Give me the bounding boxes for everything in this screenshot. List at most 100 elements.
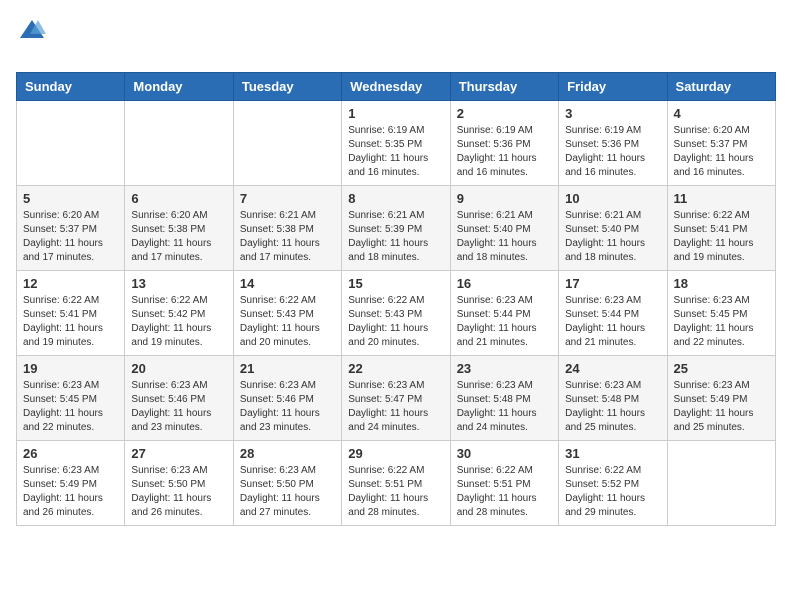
calendar-week-row: 1 Sunrise: 6:19 AM Sunset: 5:35 PM Daylig… xyxy=(17,101,776,186)
day-number: 19 xyxy=(23,361,118,376)
calendar-cell: 21Sunrise: 6:23 AM Sunset: 5:46 PM Dayli… xyxy=(233,356,341,441)
cell-content: Sunrise: 6:22 AM Sunset: 5:51 PM Dayligh… xyxy=(457,464,552,520)
day-number: 8 xyxy=(348,191,443,206)
cell-content: Sunrise: 6:20 AM Sunset: 5:37 PM Dayligh… xyxy=(23,209,118,265)
calendar-cell: 11Sunrise: 6:22 AM Sunset: 5:41 PM Dayli… xyxy=(667,186,775,271)
day-number: 12 xyxy=(23,276,118,291)
cell-content: Sunrise: 6:23 AM Sunset: 5:47 PM Dayligh… xyxy=(348,379,443,435)
day-number: 11 xyxy=(674,191,769,206)
calendar-table: SundayMondayTuesdayWednesdayThursdayFrid… xyxy=(16,72,776,526)
day-of-week-header: Tuesday xyxy=(233,73,341,101)
day-number: 15 xyxy=(348,276,443,291)
day-number: 25 xyxy=(674,361,769,376)
day-number: 21 xyxy=(240,361,335,376)
day-number: 20 xyxy=(131,361,226,376)
calendar-cell: 23 Sunrise: 6:23 AM Sunset: 5:48 PM Dayli… xyxy=(450,356,558,441)
day-number: 13 xyxy=(131,276,226,291)
calendar-cell: 22 Sunrise: 6:23 AM Sunset: 5:47 PM Dayli… xyxy=(342,356,450,441)
day-number: 31 xyxy=(565,446,660,461)
calendar-week-row: 5 Sunrise: 6:20 AM Sunset: 5:37 PM Daylig… xyxy=(17,186,776,271)
cell-content: Sunrise: 6:23 AM Sunset: 5:44 PM Dayligh… xyxy=(565,294,660,350)
cell-content: Sunrise: 6:23 AM Sunset: 5:48 PM Dayligh… xyxy=(457,379,552,435)
calendar-cell: 6 Sunrise: 6:20 AM Sunset: 5:38 PM Daylig… xyxy=(125,186,233,271)
cell-content: Sunrise: 6:22 AM Sunset: 5:51 PM Dayligh… xyxy=(348,464,443,520)
calendar-cell: 4 Sunrise: 6:20 AM Sunset: 5:37 PM Daylig… xyxy=(667,101,775,186)
day-of-week-header: Sunday xyxy=(17,73,125,101)
cell-content: Sunrise: 6:23 AM Sunset: 5:50 PM Dayligh… xyxy=(131,464,226,520)
cell-content: Sunrise: 6:22 AM Sunset: 5:41 PM Dayligh… xyxy=(23,294,118,350)
day-number: 23 xyxy=(457,361,552,376)
day-number: 17 xyxy=(565,276,660,291)
day-number: 30 xyxy=(457,446,552,461)
calendar-cell: 28 Sunrise: 6:23 AM Sunset: 5:50 PM Dayli… xyxy=(233,441,341,526)
cell-content: Sunrise: 6:21 AM Sunset: 5:38 PM Dayligh… xyxy=(240,209,335,265)
cell-content: Sunrise: 6:19 AM Sunset: 5:36 PM Dayligh… xyxy=(565,124,660,180)
cell-content: Sunrise: 6:23 AM Sunset: 5:49 PM Dayligh… xyxy=(674,379,769,435)
calendar-cell: 9 Sunrise: 6:21 AM Sunset: 5:40 PM Daylig… xyxy=(450,186,558,271)
calendar-cell: 7Sunrise: 6:21 AM Sunset: 5:38 PM Daylig… xyxy=(233,186,341,271)
day-of-week-header: Friday xyxy=(559,73,667,101)
cell-content: Sunrise: 6:21 AM Sunset: 5:40 PM Dayligh… xyxy=(565,209,660,265)
calendar-cell: 5 Sunrise: 6:20 AM Sunset: 5:37 PM Daylig… xyxy=(17,186,125,271)
day-number: 29 xyxy=(348,446,443,461)
calendar-cell: 1 Sunrise: 6:19 AM Sunset: 5:35 PM Daylig… xyxy=(342,101,450,186)
cell-content: Sunrise: 6:19 AM Sunset: 5:36 PM Dayligh… xyxy=(457,124,552,180)
cell-content: Sunrise: 6:23 AM Sunset: 5:45 PM Dayligh… xyxy=(674,294,769,350)
calendar-cell: 30 Sunrise: 6:22 AM Sunset: 5:51 PM Dayli… xyxy=(450,441,558,526)
cell-content: Sunrise: 6:22 AM Sunset: 5:43 PM Dayligh… xyxy=(348,294,443,350)
cell-content: Sunrise: 6:21 AM Sunset: 5:40 PM Dayligh… xyxy=(457,209,552,265)
calendar-week-row: 12 Sunrise: 6:22 AM Sunset: 5:41 PM Dayli… xyxy=(17,271,776,356)
calendar-cell: 18 Sunrise: 6:23 AM Sunset: 5:45 PM Dayli… xyxy=(667,271,775,356)
calendar-cell: 13 Sunrise: 6:22 AM Sunset: 5:42 PM Dayli… xyxy=(125,271,233,356)
calendar-cell: 16 Sunrise: 6:23 AM Sunset: 5:44 PM Dayli… xyxy=(450,271,558,356)
cell-content: Sunrise: 6:22 AM Sunset: 5:42 PM Dayligh… xyxy=(131,294,226,350)
cell-content: Sunrise: 6:20 AM Sunset: 5:37 PM Dayligh… xyxy=(674,124,769,180)
calendar-cell: 20 Sunrise: 6:23 AM Sunset: 5:46 PM Dayli… xyxy=(125,356,233,441)
day-number: 4 xyxy=(674,106,769,121)
logo xyxy=(16,16,46,62)
cell-content: Sunrise: 6:20 AM Sunset: 5:38 PM Dayligh… xyxy=(131,209,226,265)
calendar-cell: 3 Sunrise: 6:19 AM Sunset: 5:36 PM Daylig… xyxy=(559,101,667,186)
day-of-week-header: Thursday xyxy=(450,73,558,101)
calendar-header-row: SundayMondayTuesdayWednesdayThursdayFrid… xyxy=(17,73,776,101)
day-of-week-header: Saturday xyxy=(667,73,775,101)
day-number: 26 xyxy=(23,446,118,461)
day-number: 9 xyxy=(457,191,552,206)
calendar-cell: 19 Sunrise: 6:23 AM Sunset: 5:45 PM Dayli… xyxy=(17,356,125,441)
logo-icon xyxy=(18,16,46,44)
calendar-cell: 2Sunrise: 6:19 AM Sunset: 5:36 PM Daylig… xyxy=(450,101,558,186)
calendar-cell xyxy=(17,101,125,186)
day-number: 3 xyxy=(565,106,660,121)
day-number: 1 xyxy=(348,106,443,121)
day-number: 27 xyxy=(131,446,226,461)
cell-content: Sunrise: 6:22 AM Sunset: 5:52 PM Dayligh… xyxy=(565,464,660,520)
day-number: 18 xyxy=(674,276,769,291)
day-number: 16 xyxy=(457,276,552,291)
day-of-week-header: Wednesday xyxy=(342,73,450,101)
page-header xyxy=(16,16,776,62)
calendar-week-row: 19 Sunrise: 6:23 AM Sunset: 5:45 PM Dayli… xyxy=(17,356,776,441)
day-number: 28 xyxy=(240,446,335,461)
calendar-cell xyxy=(233,101,341,186)
logo-text xyxy=(16,16,46,44)
calendar-cell: 17 Sunrise: 6:23 AM Sunset: 5:44 PM Dayli… xyxy=(559,271,667,356)
calendar-cell: 10 Sunrise: 6:21 AM Sunset: 5:40 PM Dayli… xyxy=(559,186,667,271)
calendar-cell: 27 Sunrise: 6:23 AM Sunset: 5:50 PM Dayli… xyxy=(125,441,233,526)
cell-content: Sunrise: 6:23 AM Sunset: 5:48 PM Dayligh… xyxy=(565,379,660,435)
day-number: 5 xyxy=(23,191,118,206)
day-number: 14 xyxy=(240,276,335,291)
day-number: 10 xyxy=(565,191,660,206)
cell-content: Sunrise: 6:23 AM Sunset: 5:46 PM Dayligh… xyxy=(131,379,226,435)
cell-content: Sunrise: 6:19 AM Sunset: 5:35 PM Dayligh… xyxy=(348,124,443,180)
cell-content: Sunrise: 6:23 AM Sunset: 5:50 PM Dayligh… xyxy=(240,464,335,520)
cell-content: Sunrise: 6:23 AM Sunset: 5:45 PM Dayligh… xyxy=(23,379,118,435)
day-number: 6 xyxy=(131,191,226,206)
cell-content: Sunrise: 6:23 AM Sunset: 5:44 PM Dayligh… xyxy=(457,294,552,350)
day-number: 22 xyxy=(348,361,443,376)
cell-content: Sunrise: 6:22 AM Sunset: 5:43 PM Dayligh… xyxy=(240,294,335,350)
calendar-cell: 12 Sunrise: 6:22 AM Sunset: 5:41 PM Dayli… xyxy=(17,271,125,356)
calendar-cell: 29 Sunrise: 6:22 AM Sunset: 5:51 PM Dayli… xyxy=(342,441,450,526)
calendar-cell: 24Sunrise: 6:23 AM Sunset: 5:48 PM Dayli… xyxy=(559,356,667,441)
calendar-cell: 15 Sunrise: 6:22 AM Sunset: 5:43 PM Dayli… xyxy=(342,271,450,356)
calendar-cell xyxy=(125,101,233,186)
